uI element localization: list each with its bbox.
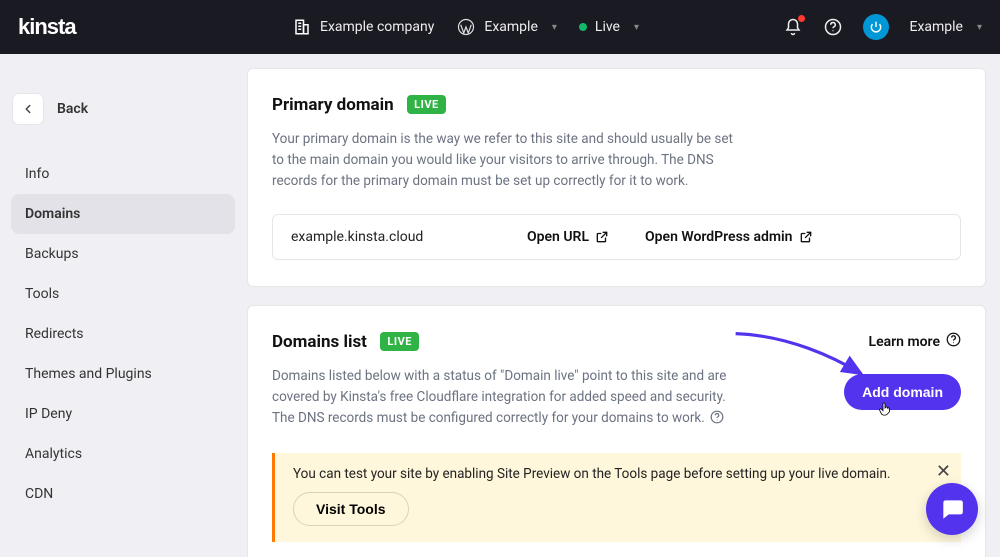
sidebar-item-domains[interactable]: Domains [11,194,235,234]
external-link-icon [595,230,609,244]
primary-domain-desc: Your primary domain is the way we refer … [272,129,742,192]
env-switcher[interactable]: Live ▾ [579,19,639,35]
domains-list-desc: Domains listed below with a status of "D… [272,366,732,431]
sidebar-item-tools[interactable]: Tools [11,274,235,314]
main-content: Primary domain LIVE Your primary domain … [235,54,1000,557]
open-wp-admin-link[interactable]: Open WordPress admin [645,229,812,245]
help-button[interactable] [823,17,843,37]
notifications-button[interactable] [783,17,803,37]
topbar: kinsta Example company Example ▾ Live ▾ [0,0,1000,54]
help-icon [946,332,961,351]
kinsta-logo[interactable]: kinsta [18,14,108,40]
chevron-down-icon: ▾ [634,22,639,33]
topbar-right: Example ▾ [783,14,982,40]
live-badge: LIVE [407,95,446,114]
external-link-icon [799,230,813,244]
help-icon[interactable] [710,410,724,431]
live-dot-icon [579,23,587,31]
close-tip-button[interactable]: ✕ [936,461,951,482]
intercom-chat-button[interactable] [926,483,978,535]
back-button[interactable]: Back [11,94,235,124]
svg-text:kinsta: kinsta [18,14,77,39]
wordpress-icon [456,17,476,37]
tip-text: You can test your site by enabling Site … [293,466,943,482]
open-url-link[interactable]: Open URL [527,229,609,245]
live-badge: LIVE [380,332,419,351]
company-icon [292,17,312,37]
env-label: Live [595,19,620,35]
company-switcher[interactable]: Example company [292,17,434,37]
site-switcher[interactable]: Example ▾ [456,17,557,37]
site-label: Example [484,19,537,35]
add-domain-button[interactable]: Add domain [844,374,961,410]
visit-tools-button[interactable]: Visit Tools [293,492,409,526]
chevron-down-icon: ▾ [552,22,557,33]
back-label: Back [57,101,88,117]
primary-domain-title: Primary domain [272,95,394,115]
primary-domain-card: Primary domain LIVE Your primary domain … [247,68,986,287]
site-preview-tip: You can test your site by enabling Site … [272,453,961,542]
learn-more-link[interactable]: Learn more [869,332,961,351]
domains-list-card: Domains list LIVE Learn more Domains lis… [247,305,986,557]
sidebar-item-ip-deny[interactable]: IP Deny [11,394,235,434]
sidebar-item-themes-plugins[interactable]: Themes and Plugins [11,354,235,394]
sidebar-item-analytics[interactable]: Analytics [11,434,235,474]
close-icon: ✕ [936,461,951,481]
arrow-left-icon [13,94,43,124]
sidebar-item-info[interactable]: Info [11,154,235,194]
user-menu[interactable]: Example ▾ [909,19,982,35]
chevron-down-icon: ▾ [977,22,982,33]
sidebar-item-redirects[interactable]: Redirects [11,314,235,354]
user-label: Example [909,19,962,35]
company-label: Example company [320,19,434,35]
chat-icon [939,496,965,522]
notification-dot [798,15,805,22]
sidebar-item-backups[interactable]: Backups [11,234,235,274]
gravatar-icon[interactable] [863,14,889,40]
sidebar-item-cdn[interactable]: CDN [11,474,235,514]
sidebar: Back Info Domains Backups Tools Redirect… [0,54,235,557]
help-icon [823,17,843,37]
primary-domain-value: example.kinsta.cloud [291,229,491,245]
primary-domain-row: example.kinsta.cloud Open URL Open WordP… [272,214,961,260]
domains-list-title: Domains list [272,332,367,352]
